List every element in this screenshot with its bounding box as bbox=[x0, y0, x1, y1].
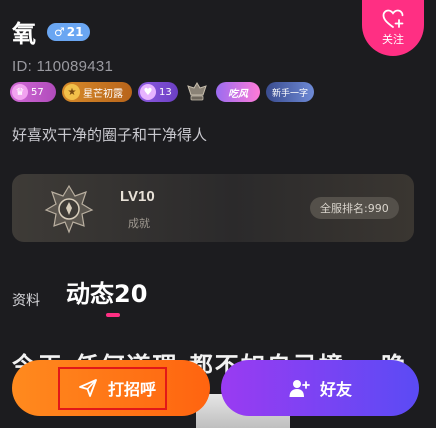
profile-name: 氧 bbox=[12, 20, 37, 48]
active-tab-indicator bbox=[106, 313, 120, 317]
chi-badge[interactable]: 吃风 bbox=[216, 82, 260, 102]
achievement-subtitle: 成就 bbox=[128, 217, 150, 230]
badge-row: ♛ 57 ★ 星芒初露 ♥ 13 吃风 新手一字 bbox=[10, 82, 314, 102]
heart-badge-text: 13 bbox=[159, 86, 172, 98]
achievement-level: LV10 bbox=[120, 188, 155, 205]
crown-badge[interactable] bbox=[184, 82, 210, 102]
newcomer-badge-icon: 新手一字 bbox=[271, 88, 308, 99]
achievement-card[interactable]: LV10 成就 全服排名:990 bbox=[12, 174, 414, 242]
male-icon: ♂ bbox=[54, 24, 65, 39]
user-id: ID: 110089431 bbox=[12, 58, 114, 75]
star-badge-text: 星芒初露 bbox=[83, 88, 123, 100]
profile-header: 氧 ♂ 21 bbox=[12, 14, 91, 49]
follow-label: 关注 bbox=[382, 33, 404, 46]
level-badge-icon: ♛ bbox=[12, 84, 28, 100]
level-badge[interactable]: ♛ 57 bbox=[10, 82, 56, 102]
age-value: 21 bbox=[66, 24, 84, 39]
highlight-box bbox=[58, 367, 167, 410]
heart-badge[interactable]: ♥ 13 bbox=[138, 82, 178, 102]
profile-bio: 好喜欢干净的圈子和干净得人 bbox=[12, 126, 208, 144]
newcomer-badge[interactable]: 新手一字 bbox=[266, 82, 314, 102]
achievement-emblem-icon bbox=[44, 184, 94, 234]
friend-label: 好友 bbox=[319, 380, 352, 399]
follow-button[interactable]: 关注 bbox=[362, 0, 424, 56]
add-user-icon bbox=[289, 380, 310, 397]
star-badge[interactable]: ★ 星芒初露 bbox=[62, 82, 132, 102]
server-rank-badge: 全服排名:990 bbox=[310, 197, 399, 219]
star-badge-icon: ★ bbox=[64, 84, 80, 100]
level-badge-text: 57 bbox=[31, 86, 44, 98]
heart-badge-icon: ♥ bbox=[140, 84, 156, 100]
gender-age-badge: ♂ 21 bbox=[47, 22, 91, 41]
heart-plus-icon bbox=[382, 9, 404, 28]
tab-posts[interactable]: 动态20 bbox=[66, 274, 147, 309]
chi-badge-icon: 吃风 bbox=[228, 88, 248, 100]
tab-info[interactable]: 资料 bbox=[12, 290, 40, 310]
add-friend-button[interactable]: 好友 bbox=[221, 360, 419, 416]
crown-badge-icon bbox=[187, 82, 207, 101]
